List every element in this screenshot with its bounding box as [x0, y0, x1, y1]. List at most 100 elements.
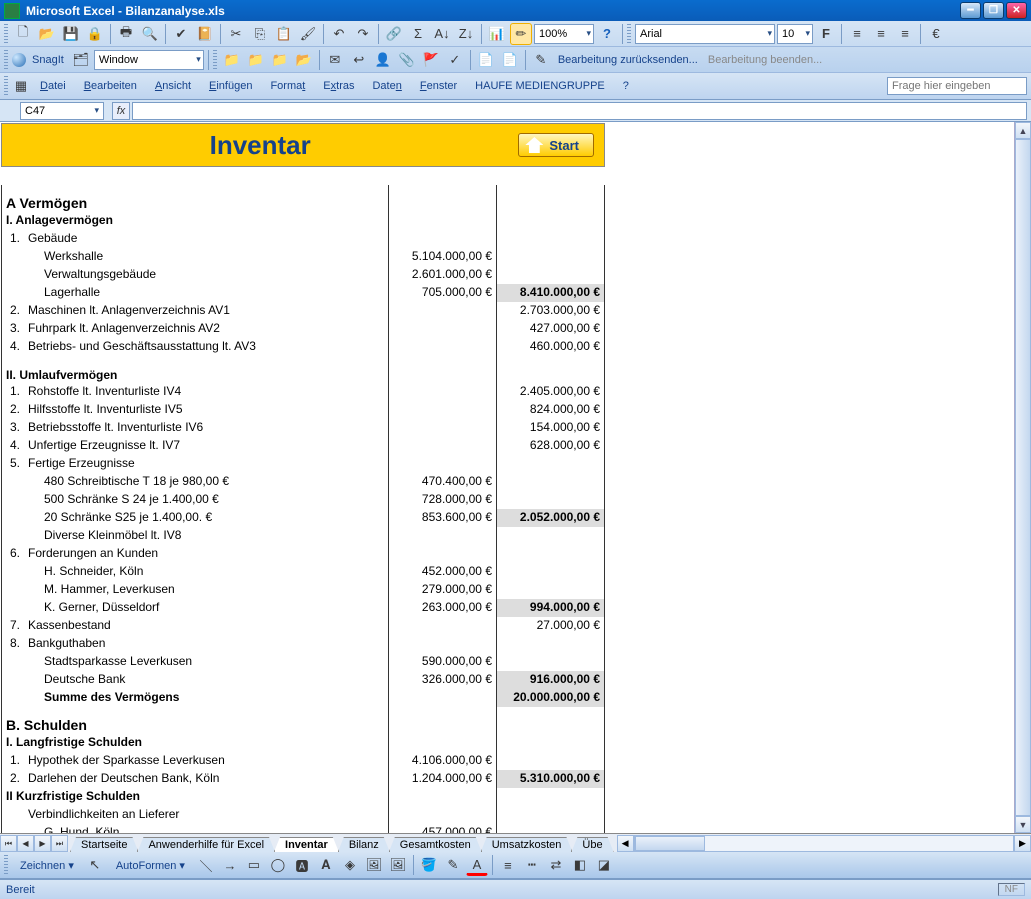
fill-color-icon[interactable]: 🪣	[418, 854, 440, 876]
maximize-button[interactable]: ❐	[983, 2, 1004, 19]
format-painter-icon[interactable]: 🖌	[297, 23, 319, 45]
snagit-settings-icon[interactable]: 🗂	[70, 49, 92, 71]
save-icon[interactable]: 💾	[60, 23, 82, 45]
paste-icon[interactable]: 📋	[273, 23, 295, 45]
doc2-icon[interactable]: 📄	[499, 49, 521, 71]
tab-nav-last[interactable]: ⏭	[51, 835, 68, 852]
clipart-icon[interactable]: 🖼	[363, 854, 385, 876]
draw-menu[interactable]: Zeichnen ▾	[12, 856, 82, 875]
toolbar-grip[interactable]	[4, 76, 8, 96]
menu-einfuegen[interactable]: Einfügen	[201, 77, 260, 95]
fx-button[interactable]: fx	[112, 102, 130, 120]
reply-icon[interactable]: ↩	[348, 49, 370, 71]
task-icon[interactable]: ✓	[444, 49, 466, 71]
tab-nav-prev[interactable]: ◀	[17, 835, 34, 852]
folder2-icon[interactable]: 📁	[245, 49, 267, 71]
hscroll-thumb[interactable]	[635, 836, 705, 851]
scroll-thumb[interactable]	[1015, 139, 1031, 816]
arrow-style-icon[interactable]: ⇄	[545, 854, 567, 876]
toolbar-grip[interactable]	[4, 50, 8, 70]
menu-extras[interactable]: Extras	[315, 77, 362, 95]
help-search-input[interactable]	[887, 77, 1027, 95]
toolbar-grip[interactable]	[627, 24, 631, 44]
toolbar-grip[interactable]	[4, 855, 8, 875]
toolbar-grip[interactable]	[213, 50, 217, 70]
picture-icon[interactable]: 🖼	[387, 854, 409, 876]
undo-icon[interactable]: ↶	[328, 23, 350, 45]
print-preview-icon[interactable]: 🔍	[139, 23, 161, 45]
font-size-dropdown[interactable]: 10	[777, 24, 813, 44]
cut-icon[interactable]: ✂	[225, 23, 247, 45]
menu-haufe[interactable]: HAUFE MEDIENGRUPPE	[467, 77, 613, 95]
vertical-scrollbar[interactable]: ▲ ▼	[1014, 122, 1031, 833]
spelling-icon[interactable]: ✔	[170, 23, 192, 45]
align-left-icon[interactable]: ≡	[846, 23, 868, 45]
sort-asc-icon[interactable]: A↓	[431, 23, 453, 45]
toolbar-grip[interactable]	[4, 24, 8, 44]
folder1-icon[interactable]: 📁	[221, 49, 243, 71]
dash-style-icon[interactable]: ┅	[521, 854, 543, 876]
attach-icon[interactable]: 📎	[396, 49, 418, 71]
recipient-icon[interactable]: 👤	[372, 49, 394, 71]
wordart-icon[interactable]: 𝐀	[315, 854, 337, 876]
worksheet[interactable]: Inventar Start A Vermögen I. Anlagevermö…	[0, 122, 1014, 833]
name-box[interactable]: C47▾	[20, 102, 104, 120]
formula-input[interactable]	[132, 102, 1027, 120]
workbook-icon[interactable]: ▦	[12, 75, 30, 97]
hyperlink-icon[interactable]: 🔗	[383, 23, 405, 45]
folder3-icon[interactable]: 📁	[269, 49, 291, 71]
menu-bearbeiten[interactable]: Bearbeiten	[76, 77, 145, 95]
menu-fenster[interactable]: Fenster	[412, 77, 465, 95]
close-button[interactable]: ✕	[1006, 2, 1027, 19]
3d-icon[interactable]: ◪	[593, 854, 615, 876]
menu-help[interactable]: ?	[615, 77, 637, 95]
oval-icon[interactable]: ◯	[267, 854, 289, 876]
scroll-up-icon[interactable]: ▲	[1015, 122, 1031, 139]
menu-ansicht[interactable]: Ansicht	[147, 77, 199, 95]
currency-icon[interactable]: €	[925, 23, 947, 45]
menu-daten[interactable]: Daten	[364, 77, 409, 95]
snagit-profile-dropdown[interactable]: Window	[94, 50, 204, 70]
track-icon[interactable]: ✎	[530, 49, 552, 71]
folder4-icon[interactable]: 📂	[293, 49, 315, 71]
scroll-left-icon[interactable]: ◀	[617, 835, 634, 852]
scroll-down-icon[interactable]: ▼	[1015, 816, 1031, 833]
tab-anwenderhilfe[interactable]: Anwenderhilfe für Excel	[137, 837, 275, 852]
align-center-icon[interactable]: ≡	[870, 23, 892, 45]
tab-bilanz[interactable]: Bilanz	[338, 837, 390, 852]
chart-wizard-icon[interactable]: 📊	[486, 23, 508, 45]
tab-uebersicht[interactable]: Übe	[571, 837, 613, 852]
line-icon[interactable]: ＼	[195, 854, 217, 876]
arrow-icon[interactable]: →	[219, 854, 241, 876]
horizontal-scrollbar[interactable]: ◀ ▶	[617, 835, 1031, 852]
font-color-icon[interactable]: A	[466, 854, 488, 876]
sort-desc-icon[interactable]: Z↓	[455, 23, 477, 45]
mail-icon[interactable]: ✉	[324, 49, 346, 71]
diagram-icon[interactable]: ◈	[339, 854, 361, 876]
permission-icon[interactable]: 🔒	[84, 23, 106, 45]
flag-icon[interactable]: 🚩	[420, 49, 442, 71]
autosum-icon[interactable]: Σ	[407, 23, 429, 45]
textbox-icon[interactable]: 🅰	[291, 854, 313, 876]
copy-icon[interactable]: ⎘	[249, 23, 271, 45]
drawing-icon[interactable]: ✏	[510, 23, 532, 45]
doc1-icon[interactable]: 📄	[475, 49, 497, 71]
zoom-dropdown[interactable]: 100%	[534, 24, 594, 44]
research-icon[interactable]: 📔	[194, 23, 216, 45]
bold-button[interactable]: F	[815, 23, 837, 45]
review-send-back[interactable]: Bearbeitung zurücksenden...	[558, 54, 698, 66]
open-icon[interactable]: 📂	[36, 23, 58, 45]
menu-format[interactable]: Format	[262, 77, 313, 95]
scroll-right-icon[interactable]: ▶	[1014, 835, 1031, 852]
line-style-icon[interactable]: ≡	[497, 854, 519, 876]
tab-gesamtkosten[interactable]: Gesamtkosten	[389, 837, 482, 852]
tab-inventar[interactable]: Inventar	[274, 837, 339, 852]
new-icon[interactable]: 🗋	[12, 23, 34, 45]
line-color-icon[interactable]: ✎	[442, 854, 464, 876]
shadow-icon[interactable]: ◧	[569, 854, 591, 876]
align-right-icon[interactable]: ≡	[894, 23, 916, 45]
tab-umsatzkosten[interactable]: Umsatzkosten	[481, 837, 573, 852]
print-icon[interactable]: 🖶	[115, 23, 137, 45]
help-icon[interactable]: ?	[596, 23, 618, 45]
menu-datei[interactable]: Datei	[32, 77, 74, 95]
